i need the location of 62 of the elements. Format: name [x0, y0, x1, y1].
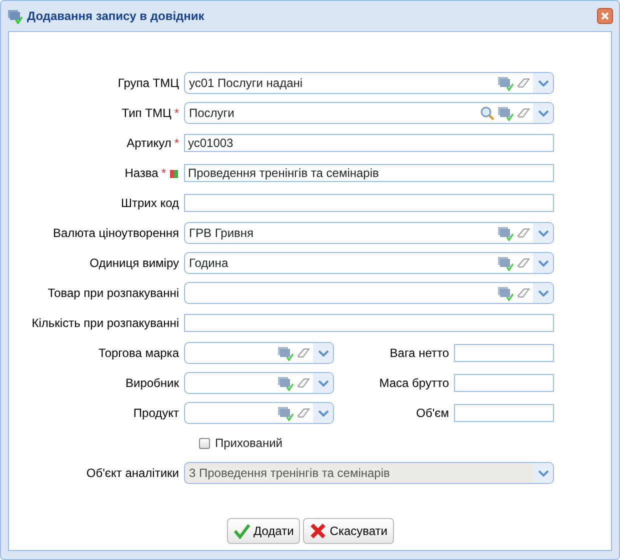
combo-box[interactable]: Послуги: [184, 102, 554, 124]
field-label: Кількість при розпакуванні: [32, 316, 179, 330]
field-label: Одиниця виміру: [90, 256, 179, 270]
window-title: Додавання запису в довідник: [27, 8, 204, 25]
eraser-icon[interactable]: [516, 76, 531, 90]
text-field[interactable]: Проведення тренінгів та семінарів: [184, 164, 554, 182]
list-icon[interactable]: [497, 256, 514, 270]
eraser-icon[interactable]: [296, 346, 311, 360]
text-field[interactable]: [184, 194, 554, 212]
cancel-button[interactable]: Скасувати: [302, 518, 394, 544]
list-icon[interactable]: [277, 346, 294, 360]
checkbox[interactable]: [199, 438, 210, 448]
list-icon[interactable]: [497, 286, 514, 300]
list-icon[interactable]: [497, 226, 514, 240]
eraser-icon[interactable]: [296, 406, 311, 420]
eraser-icon[interactable]: [296, 376, 311, 390]
field-label: Вага нетто: [390, 346, 449, 360]
field-label: Продукт: [133, 406, 179, 420]
combo-box[interactable]: [184, 282, 554, 304]
close-icon: [600, 11, 610, 21]
add-button[interactable]: Додати: [226, 518, 300, 544]
eraser-icon[interactable]: [516, 226, 531, 240]
check-icon: [232, 523, 250, 539]
combo-box[interactable]: ус01 Послуги надані: [184, 72, 554, 94]
text-field[interactable]: [454, 344, 554, 362]
combo-box[interactable]: Година: [184, 252, 554, 274]
field-label: Товар при розпакуванні: [48, 286, 179, 300]
text-field[interactable]: [454, 404, 554, 422]
list-icon: [7, 8, 23, 24]
search-icon[interactable]: [480, 106, 495, 120]
combo-box[interactable]: ГРВ Гривня: [184, 222, 554, 244]
field-label: Валюта ціноутворення: [53, 226, 179, 240]
field-label: Група ТМЦ: [118, 76, 179, 90]
eraser-icon[interactable]: [516, 256, 531, 270]
field-label: Об'єм: [416, 406, 449, 420]
required-mark: *: [174, 136, 179, 150]
field-label: Маса брутто: [379, 376, 449, 390]
list-icon[interactable]: [277, 406, 294, 420]
checkbox-label: Прихований: [215, 435, 282, 452]
eraser-icon[interactable]: [516, 286, 531, 300]
text-field[interactable]: ус01003: [184, 134, 554, 152]
field-label: Тип ТМЦ: [122, 106, 172, 120]
list-icon[interactable]: [277, 376, 294, 390]
required-mark: *: [161, 166, 166, 180]
field-label: Штрих код: [120, 196, 179, 210]
text-field[interactable]: [184, 314, 554, 332]
list-icon[interactable]: [497, 76, 514, 90]
text-field[interactable]: [454, 374, 554, 392]
cross-icon: [308, 522, 327, 540]
combo-box[interactable]: [184, 372, 334, 394]
combo-box[interactable]: [184, 342, 334, 364]
list-icon[interactable]: [497, 106, 514, 120]
field-label: Об'єкт аналітики: [86, 466, 179, 480]
close-button[interactable]: [597, 8, 613, 24]
flag-icon[interactable]: [170, 168, 179, 179]
field-label: Артикул: [126, 136, 172, 150]
field-label: Назва: [124, 166, 158, 180]
field-label: Торгова марка: [98, 346, 179, 360]
field-label: Виробник: [125, 376, 179, 390]
eraser-icon[interactable]: [516, 106, 531, 120]
required-mark: *: [174, 106, 179, 120]
combo-box[interactable]: [184, 402, 334, 424]
